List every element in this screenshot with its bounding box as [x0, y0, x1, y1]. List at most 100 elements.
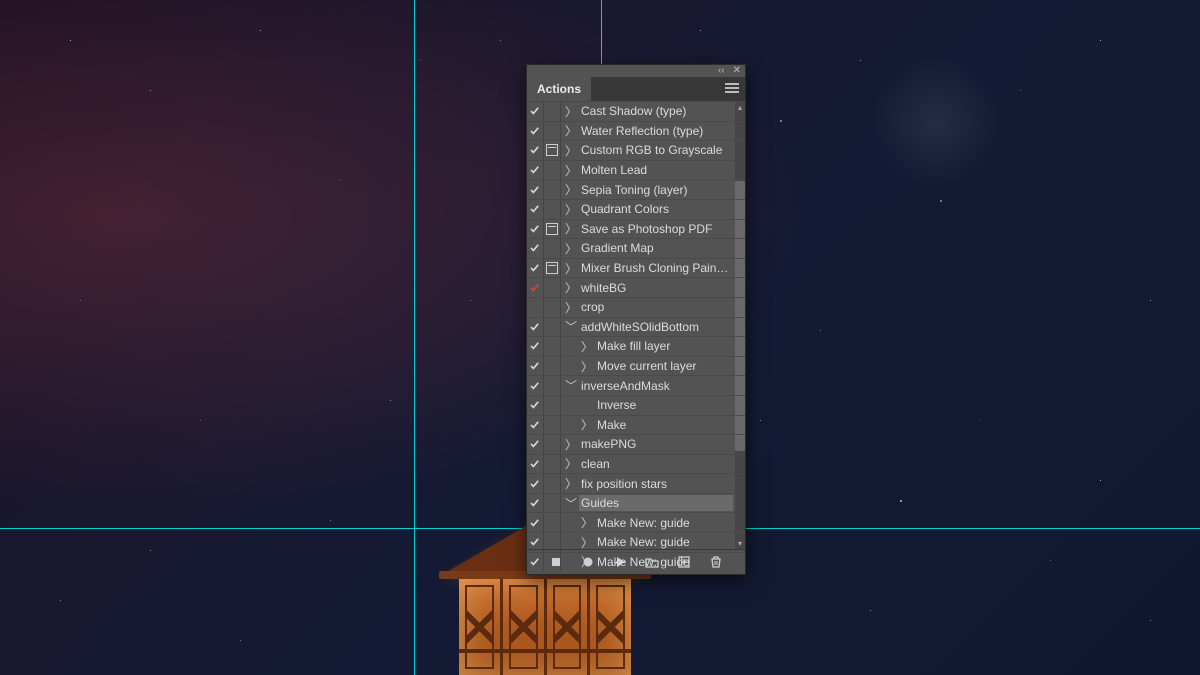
- chevron-right-icon[interactable]: 〉: [561, 162, 579, 179]
- action-row[interactable]: 〉Make: [527, 415, 745, 435]
- chevron-right-icon[interactable]: 〉: [561, 299, 579, 316]
- toggle-dialog[interactable]: [544, 435, 561, 454]
- toggle-dialog[interactable]: [544, 533, 561, 552]
- toggle-dialog[interactable]: [544, 553, 561, 572]
- guide-vertical-1[interactable]: [414, 0, 415, 675]
- action-row[interactable]: 〉Save as Photoshop PDF: [527, 219, 745, 239]
- chevron-right-icon[interactable]: 〉: [577, 358, 595, 375]
- action-row[interactable]: 〉Custom RGB to Grayscale: [527, 140, 745, 160]
- chevron-right-icon[interactable]: 〉: [577, 514, 595, 531]
- toggle-dialog[interactable]: [544, 161, 561, 180]
- chevron-right-icon[interactable]: 〉: [561, 455, 579, 472]
- toggle-check[interactable]: [527, 455, 544, 474]
- toggle-dialog[interactable]: [544, 200, 561, 219]
- action-row[interactable]: 〉clean: [527, 454, 745, 474]
- panel-titlebar[interactable]: ‹‹ ✕: [527, 65, 745, 77]
- toggle-dialog[interactable]: [544, 337, 561, 356]
- chevron-right-icon[interactable]: 〉: [561, 240, 579, 257]
- toggle-dialog[interactable]: [544, 220, 561, 239]
- chevron-right-icon[interactable]: 〉: [561, 103, 579, 120]
- toggle-check[interactable]: [527, 494, 544, 513]
- toggle-check[interactable]: [527, 200, 544, 219]
- toggle-check[interactable]: [527, 337, 544, 356]
- toggle-dialog[interactable]: [544, 494, 561, 513]
- toggle-dialog[interactable]: [544, 357, 561, 376]
- toggle-dialog[interactable]: [544, 455, 561, 474]
- chevron-down-icon[interactable]: ﹀: [561, 318, 579, 335]
- toggle-dialog[interactable]: [544, 180, 561, 199]
- toggle-check[interactable]: [527, 513, 544, 532]
- action-row[interactable]: 〉Water Reflection (type): [527, 121, 745, 141]
- action-row[interactable]: 〉Sepia Toning (layer): [527, 179, 745, 199]
- action-row[interactable]: 〉fix position stars: [527, 473, 745, 493]
- action-row[interactable]: ﹀inverseAndMask: [527, 375, 745, 395]
- chevron-right-icon[interactable]: 〉: [561, 142, 579, 159]
- action-row[interactable]: 〉Gradient Map: [527, 238, 745, 258]
- toggle-check[interactable]: [527, 220, 544, 239]
- chevron-right-icon[interactable]: 〉: [561, 201, 579, 218]
- toggle-dialog[interactable]: [544, 239, 561, 258]
- chevron-right-icon[interactable]: 〉: [561, 181, 579, 198]
- toggle-check[interactable]: [527, 259, 544, 278]
- toggle-dialog[interactable]: [544, 298, 561, 317]
- toggle-check[interactable]: [527, 278, 544, 297]
- toggle-check[interactable]: [527, 533, 544, 552]
- action-list[interactable]: ▴ ▾ 〉Cast Shadow (type)〉Water Reflection…: [527, 101, 745, 549]
- action-row[interactable]: 〉Make New: guide: [527, 512, 745, 532]
- toggle-check[interactable]: [527, 122, 544, 141]
- action-row[interactable]: 〉Cast Shadow (type): [527, 101, 745, 121]
- chevron-right-icon[interactable]: 〉: [561, 475, 579, 492]
- chevron-right-icon[interactable]: 〉: [561, 220, 579, 237]
- action-row[interactable]: 〉Molten Lead: [527, 160, 745, 180]
- toggle-check[interactable]: [527, 161, 544, 180]
- toggle-check[interactable]: [527, 396, 544, 415]
- toggle-dialog[interactable]: [544, 376, 561, 395]
- panel-menu-icon[interactable]: [725, 83, 739, 93]
- action-row[interactable]: 〉makePNG: [527, 434, 745, 454]
- toggle-check[interactable]: [527, 435, 544, 454]
- toggle-check[interactable]: [527, 357, 544, 376]
- toggle-dialog[interactable]: [544, 513, 561, 532]
- chevron-right-icon[interactable]: 〉: [577, 338, 595, 355]
- chevron-right-icon[interactable]: 〉: [577, 416, 595, 433]
- toggle-dialog[interactable]: [544, 259, 561, 278]
- toggle-dialog[interactable]: [544, 474, 561, 493]
- action-row[interactable]: 〉Make New: guide: [527, 532, 745, 552]
- toggle-check[interactable]: [527, 239, 544, 258]
- chevron-right-icon[interactable]: 〉: [561, 260, 579, 277]
- chevron-right-icon[interactable]: 〉: [561, 436, 579, 453]
- toggle-dialog[interactable]: [544, 141, 561, 160]
- tab-actions[interactable]: Actions: [527, 77, 591, 101]
- chevron-down-icon[interactable]: ﹀: [561, 377, 579, 394]
- toggle-check[interactable]: [527, 416, 544, 435]
- toggle-check[interactable]: [527, 102, 544, 121]
- chevron-right-icon[interactable]: 〉: [577, 534, 595, 551]
- toggle-dialog[interactable]: [544, 102, 561, 121]
- action-row[interactable]: 〉Make New: guide: [527, 552, 745, 572]
- collapse-icon[interactable]: ‹‹: [718, 66, 725, 76]
- toggle-dialog[interactable]: [544, 396, 561, 415]
- actions-panel[interactable]: ‹‹ ✕ Actions ▴ ▾ 〉Cast Shadow (type)〉Wat…: [526, 64, 746, 575]
- chevron-right-icon[interactable]: 〉: [561, 122, 579, 139]
- close-icon[interactable]: ✕: [733, 66, 741, 76]
- toggle-dialog[interactable]: [544, 122, 561, 141]
- toggle-check[interactable]: [527, 553, 544, 572]
- action-row[interactable]: 〉Move current layer: [527, 356, 745, 376]
- toggle-dialog[interactable]: [544, 278, 561, 297]
- action-row[interactable]: 〉Mixer Brush Cloning Paint ...: [527, 258, 745, 278]
- action-row[interactable]: ﹀addWhiteSOlidBottom: [527, 317, 745, 337]
- action-row[interactable]: 〉Quadrant Colors: [527, 199, 745, 219]
- toggle-check[interactable]: [527, 376, 544, 395]
- chevron-down-icon[interactable]: ﹀: [561, 495, 579, 512]
- toggle-check[interactable]: [527, 474, 544, 493]
- toggle-dialog[interactable]: [544, 416, 561, 435]
- chevron-right-icon[interactable]: 〉: [561, 279, 579, 296]
- toggle-dialog[interactable]: [544, 318, 561, 337]
- action-row[interactable]: 〉crop: [527, 297, 745, 317]
- action-row[interactable]: Inverse: [527, 395, 745, 415]
- toggle-check[interactable]: [527, 298, 544, 317]
- action-row[interactable]: 〉whiteBG: [527, 277, 745, 297]
- toggle-check[interactable]: [527, 141, 544, 160]
- toggle-check[interactable]: [527, 180, 544, 199]
- toggle-check[interactable]: [527, 318, 544, 337]
